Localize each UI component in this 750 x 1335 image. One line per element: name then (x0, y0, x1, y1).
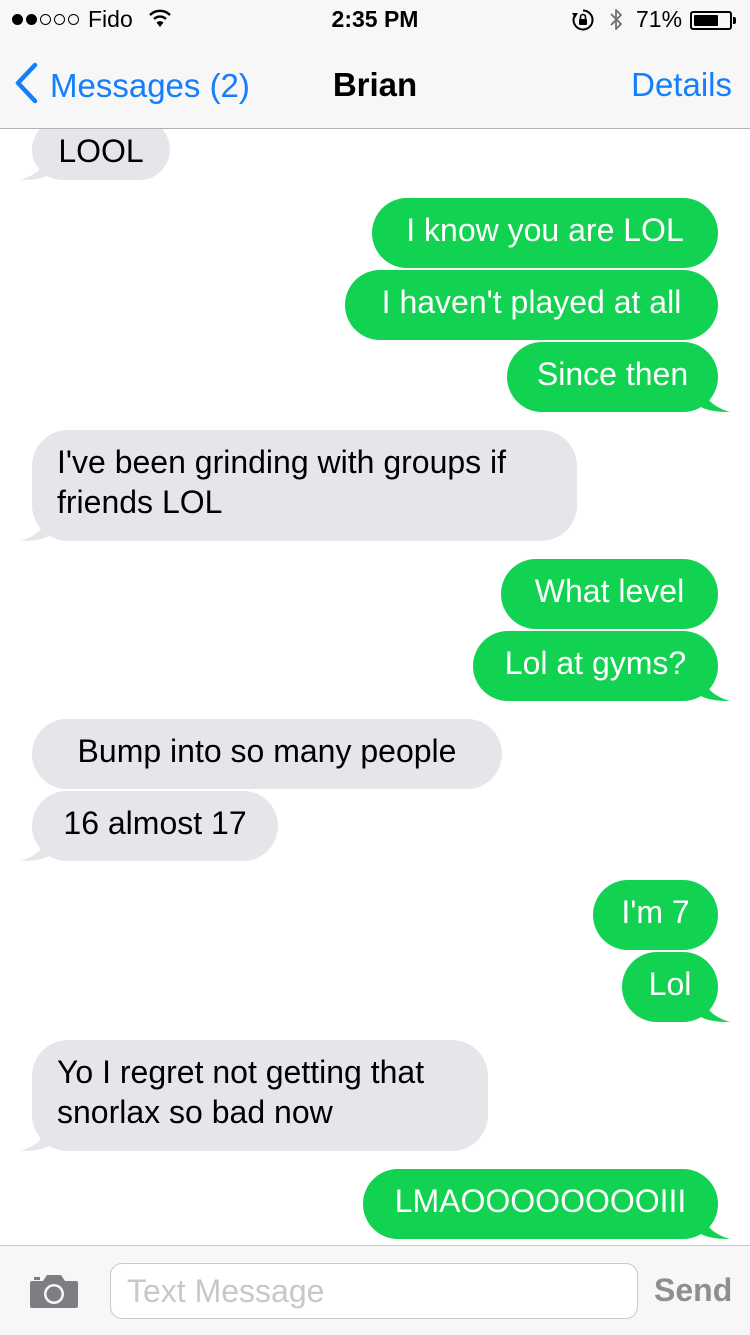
battery-tip (733, 17, 736, 24)
details-button[interactable]: Details (631, 66, 732, 104)
received-message-bubble[interactable]: 16 almost 17 (20, 791, 278, 861)
sent-message-bubble[interactable]: What level (501, 559, 718, 629)
message-text: I haven't played at all (381, 284, 682, 320)
bluetooth-icon (608, 7, 624, 38)
sent-message-bubble[interactable]: Lol (622, 952, 730, 1022)
sent-message-bubble[interactable]: Since then (507, 342, 730, 412)
status-bar: Fido 2:35 PM 71% (0, 0, 750, 40)
compose-bar: Send (0, 1245, 750, 1335)
received-message-bubble[interactable]: Bump into so many people (32, 719, 502, 789)
bubble-tail (696, 1209, 730, 1239)
message-text: I'm 7 (621, 894, 690, 930)
received-message-bubble[interactable]: LOOL (20, 129, 170, 180)
bubble-tail (696, 671, 730, 701)
sent-message-bubble[interactable]: I haven't played at all (345, 270, 718, 340)
bubble-tail (20, 1121, 54, 1151)
message-text: LOOL (58, 133, 144, 169)
battery-icon (690, 11, 732, 30)
sent-message-bubble[interactable]: Lol at gyms? (473, 631, 730, 701)
received-message-bubble[interactable]: Yo I regret not getting that snorlax so … (20, 1040, 488, 1151)
nav-bar: Messages (2) Brian Details (0, 40, 750, 129)
message-text: Lol (648, 966, 692, 1002)
rotation-lock-icon (570, 8, 596, 37)
camera-icon[interactable] (28, 1272, 80, 1315)
send-button[interactable]: Send (654, 1272, 732, 1309)
message-text: I know you are LOL (406, 212, 684, 248)
received-message-bubble[interactable]: I've been grinding with groups if friend… (20, 430, 577, 541)
sent-message-bubble[interactable]: LMAOOOOOOOOIII (363, 1169, 730, 1239)
battery-percentage: 71% (636, 6, 683, 32)
sent-message-bubble[interactable]: I know you are LOL (372, 198, 718, 268)
bubble-tail (696, 382, 730, 412)
message-text: Bump into so many people (77, 733, 457, 769)
bubble-tail (20, 150, 54, 180)
message-input[interactable] (110, 1263, 638, 1319)
bubble-tail (696, 992, 730, 1022)
message-text: What level (534, 573, 685, 609)
sent-message-bubble[interactable]: I'm 7 (593, 880, 718, 950)
bubble-tail (20, 511, 54, 541)
message-text: LMAOOOOOOOOIII (394, 1183, 687, 1219)
message-text: 16 almost 17 (63, 805, 247, 841)
message-text: Lol at gyms? (504, 645, 687, 681)
message-text: I've been grinding with groups if friend… (57, 444, 507, 520)
message-text: Since then (536, 356, 689, 392)
bubble-tail (20, 831, 54, 861)
message-text: Yo I regret not getting that snorlax so … (57, 1054, 425, 1130)
message-thread[interactable]: LOOL I know you are LOL I haven't played a… (0, 129, 750, 1245)
